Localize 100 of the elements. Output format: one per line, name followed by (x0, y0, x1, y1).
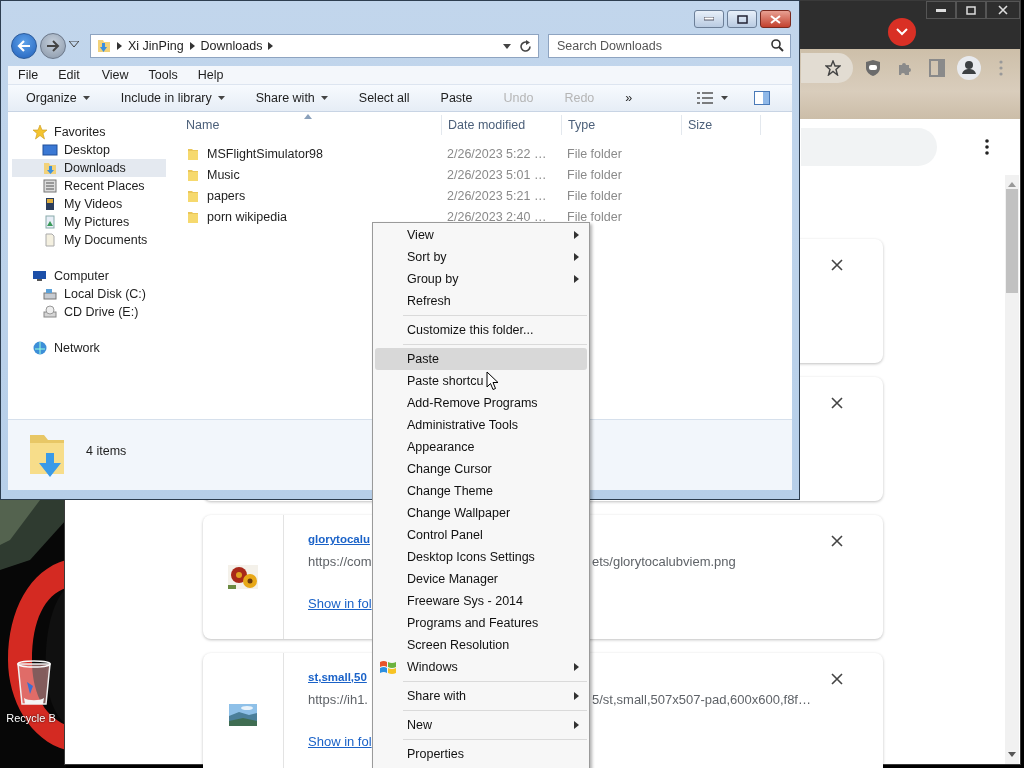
view-options-button[interactable] (697, 92, 713, 104)
show-in-folder-link[interactable]: Show in fol (308, 596, 372, 611)
breadcrumb[interactable]: Xi JinPing (128, 39, 184, 53)
close-icon (829, 533, 845, 549)
column-header[interactable]: Name (166, 115, 441, 135)
file-name[interactable]: MSFlightSimulator98 (207, 146, 323, 161)
minimize-icon (704, 17, 714, 21)
type-cell-text: File folder (566, 187, 623, 205)
type-cell-text: File folder (566, 166, 623, 184)
scrollbar-thumb[interactable] (1006, 189, 1018, 293)
menu-item[interactable]: Screen Resolution (375, 634, 587, 656)
toolbar-button[interactable]: » (625, 91, 633, 105)
toolbar-button[interactable]: Paste (440, 91, 473, 105)
forward-button[interactable] (40, 33, 66, 59)
nav-item[interactable]: Computer (12, 267, 166, 285)
remove-button[interactable] (829, 257, 845, 273)
menu-item[interactable]: File (18, 68, 49, 82)
menu-item[interactable]: Device Manager (375, 568, 587, 590)
menu-item[interactable]: Sort by (375, 246, 587, 268)
type-cell-text: File folder (566, 145, 623, 163)
scrollbar[interactable] (1005, 175, 1019, 764)
menu-item[interactable]: Refresh (375, 290, 587, 312)
address-bar[interactable] (801, 53, 853, 83)
menu-item[interactable]: Change Theme (375, 480, 587, 502)
nav-item[interactable]: Favorites (12, 123, 166, 141)
close-button[interactable] (986, 1, 1020, 19)
nav-item[interactable]: My Pictures (12, 213, 166, 231)
nav-item[interactable]: Downloads (12, 159, 166, 177)
item-count: 4 items (86, 444, 127, 458)
file-link[interactable]: glorytocalu (308, 533, 370, 545)
close-button[interactable] (760, 10, 791, 28)
close-icon (829, 671, 845, 687)
menu-item[interactable]: Administrative Tools (375, 414, 587, 436)
preview-pane-button[interactable] (754, 91, 770, 105)
menu-item[interactable]: Customize this folder... (375, 319, 587, 341)
refresh-icon[interactable] (519, 39, 532, 53)
menu-item[interactable]: Help (197, 68, 234, 82)
remove-button[interactable] (829, 533, 845, 549)
menu-item[interactable]: Group by (375, 268, 587, 290)
scroll-down-arrow-icon[interactable] (1008, 752, 1016, 758)
address-bar[interactable]: Xi JinPing Downloads (90, 34, 539, 58)
menu-item[interactable]: Paste (375, 348, 587, 370)
menu-item[interactable]: Paste shortcu (375, 370, 587, 392)
file-name[interactable]: papers (207, 188, 246, 203)
menu-item[interactable]: Freeware Sys - 2014 (375, 590, 587, 612)
breadcrumb[interactable]: Downloads (200, 39, 263, 53)
list-view-icon (697, 92, 713, 104)
toolbar-button[interactable]: Include in library (120, 91, 225, 105)
close-icon (829, 395, 845, 411)
column-header[interactable]: Type (561, 115, 681, 135)
remove-button[interactable] (829, 671, 845, 687)
nav-item[interactable]: My Documents (12, 231, 166, 249)
menu-item[interactable]: Change Wallpaper (375, 502, 587, 524)
column-header[interactable]: Size (681, 115, 761, 135)
menu-item[interactable]: Edit (58, 68, 90, 82)
back-button[interactable] (11, 33, 37, 59)
menu-item[interactable]: Add-Remove Programs (375, 392, 587, 414)
search-icon[interactable] (771, 39, 784, 52)
menu-item[interactable]: Change Cursor (375, 458, 587, 480)
maximize-icon (966, 5, 976, 15)
menu-item[interactable]: Control Panel (375, 524, 587, 546)
toolbar-button[interactable]: Share with (255, 91, 328, 105)
column-header[interactable]: Date modified (441, 115, 561, 135)
maximize-button[interactable] (956, 1, 986, 19)
menu-item[interactable]: Properties (375, 743, 587, 765)
file-link[interactable]: st,small,50 (308, 671, 367, 683)
file-url: ets/glorytocalubviem.png (592, 554, 736, 569)
menu-item[interactable]: Desktop Icons Settings (375, 546, 587, 568)
file-name[interactable]: Music (207, 167, 240, 182)
remove-button[interactable] (829, 395, 845, 411)
file-url: https://com (308, 554, 372, 569)
minimize-button[interactable] (926, 1, 956, 19)
menu-item[interactable]: Programs and Features (375, 612, 587, 634)
nav-item[interactable]: Recent Places (12, 177, 166, 195)
back-arrow-icon (17, 40, 31, 52)
menu-item[interactable]: Appearance (375, 436, 587, 458)
bookmark-star-icon[interactable] (825, 60, 841, 76)
search-field[interactable] (801, 128, 937, 166)
file-url: https://ih1. (308, 692, 368, 707)
forward-arrow-icon (46, 40, 60, 52)
nav-item[interactable]: CD Drive (E:) (12, 303, 166, 321)
nav-item[interactable]: Local Disk (C:) (12, 285, 166, 303)
toolbar-button[interactable]: Select all (358, 91, 410, 105)
menu-item[interactable]: New (375, 714, 587, 736)
file-name[interactable]: porn wikipedia (207, 209, 287, 224)
menu-item[interactable]: Tools (148, 68, 188, 82)
menu-item[interactable]: View (375, 224, 587, 246)
nav-item[interactable]: Network (12, 339, 166, 357)
recycle-bin-icon[interactable] (15, 660, 53, 706)
toolbar-button[interactable]: Organize (26, 91, 90, 105)
maximize-button[interactable] (727, 10, 757, 28)
search-field[interactable]: Search Downloads (548, 34, 791, 58)
chevron-down-icon (896, 28, 908, 36)
menu-item[interactable]: View (101, 68, 139, 82)
menu-item[interactable]: Share with (375, 685, 587, 707)
nav-item[interactable]: Desktop (12, 141, 166, 159)
menu-item[interactable]: Windows (375, 656, 587, 678)
show-in-folder-link[interactable]: Show in fol (308, 734, 372, 749)
nav-item[interactable]: My Videos (12, 195, 166, 213)
dropdown-button[interactable] (888, 18, 916, 46)
